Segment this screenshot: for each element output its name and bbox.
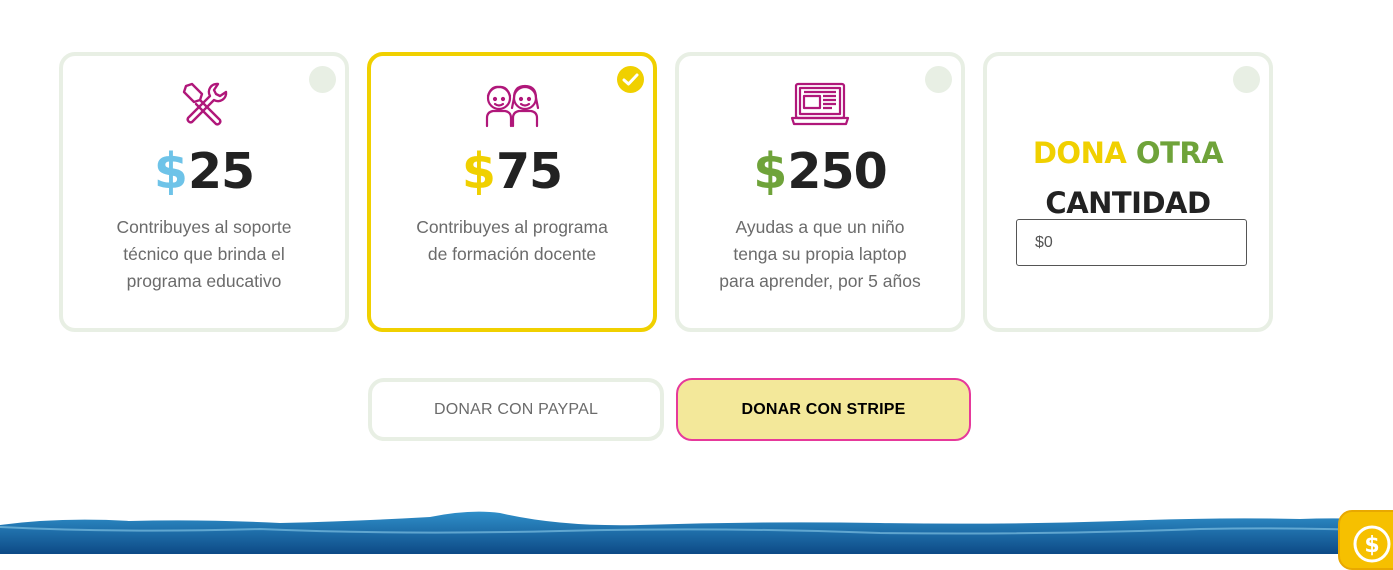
donate-stripe-button[interactable]: DONAR CON STRIPE [676,378,971,441]
amount-value: 25 [187,143,255,200]
currency-symbol: $ [753,143,787,200]
svg-text:$: $ [1364,533,1379,558]
other-word-2: OTRA [1135,136,1224,170]
laptop-icon [679,80,961,128]
donation-option-75[interactable]: $75 Contribuyes al programa de formación… [367,52,657,332]
other-word-3: CANTIDAD [1045,186,1211,220]
option-description: Contribuyes al programa de formación doc… [416,217,608,264]
amount-value: 75 [495,143,563,200]
currency-symbol: $ [153,143,188,200]
ocean-wave-decoration [0,511,1393,554]
donation-option-other[interactable]: DONA OTRA CANTIDAD [983,52,1273,332]
other-amount-title: DONA OTRA CANTIDAD [987,128,1269,228]
dollar-coin-icon: $ [1353,525,1391,563]
donation-option-25[interactable]: $25 Contribuyes al soporte técnico que b… [59,52,349,332]
option-description: Ayudas a que un niño tenga su propia lap… [719,217,921,291]
amount-value: 250 [787,143,887,200]
option-radio[interactable] [1233,66,1260,93]
children-icon [371,80,653,128]
other-word-1: DONA [1032,136,1127,170]
amount-text: $250 [679,142,961,202]
option-description: Contribuyes al soporte técnico que brind… [116,217,292,291]
other-amount-input[interactable] [1016,219,1247,266]
amount-text: $25 [63,142,345,202]
amount-text: $75 [371,142,653,202]
tools-icon [63,80,345,128]
currency-symbol: $ [461,143,496,200]
floating-donate-button[interactable]: $ [1338,510,1393,570]
donation-option-250[interactable]: $250 Ayudas a que un niño tenga su propi… [675,52,965,332]
donate-paypal-button[interactable]: DONAR CON PAYPAL [368,378,664,441]
